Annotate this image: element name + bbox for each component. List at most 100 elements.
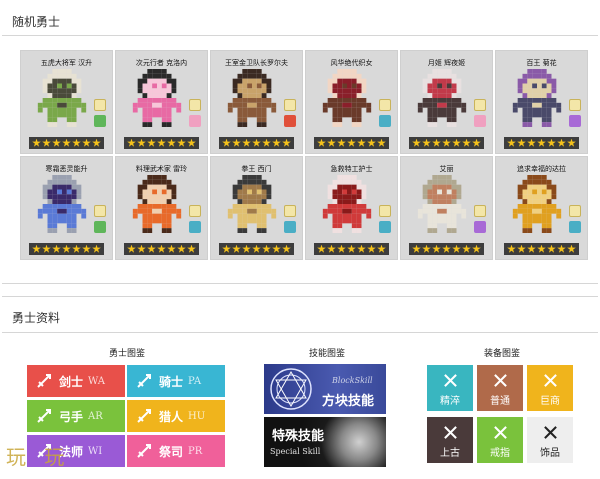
hero-class-wa-button[interactable]: 剑士 WA: [26, 364, 126, 398]
hero-portrait-icon: [512, 175, 562, 233]
hero-info-title: 勇士资料: [12, 311, 61, 325]
star-icon: [52, 244, 61, 253]
star-icon: [452, 138, 461, 147]
star-icon: [32, 244, 41, 253]
scroll-badge-icon: [189, 99, 201, 111]
hunter-icon: [136, 408, 152, 424]
hero-card[interactable]: 次元行者 克洛内: [115, 50, 208, 154]
hero-class-pr-button[interactable]: 祭司 PR: [126, 434, 226, 468]
hero-portrait-icon: [37, 175, 87, 233]
star-icon: [232, 244, 241, 253]
hero-card[interactable]: 风华绝代织女: [305, 50, 398, 154]
star-icon: [472, 244, 481, 253]
scroll-badge-icon: [189, 205, 201, 217]
block-skill-button[interactable]: BlockSkill 方块技能: [264, 364, 386, 414]
star-icon: [262, 138, 271, 147]
class-badge-icon: [379, 221, 391, 233]
star-icon: [127, 138, 136, 147]
equip-guide-label: 装备图鉴: [483, 349, 520, 359]
hero-card-name: 料理武术家 雷玲: [135, 165, 188, 173]
hero-guide-label: 勇士图鉴: [108, 349, 145, 359]
star-icon: [367, 138, 376, 147]
hero-card[interactable]: 月姬 辉夜姬: [400, 50, 493, 154]
star-icon: [232, 138, 241, 147]
ring-equip-button[interactable]: 戒指: [476, 416, 524, 464]
star-icon: [537, 138, 546, 147]
scroll-badge-icon: [474, 205, 486, 217]
star-icon: [567, 138, 576, 147]
hero-card-name: 急救特工护士: [330, 165, 373, 173]
refined-equip-button[interactable]: 精淬: [426, 364, 474, 412]
star-icon: [82, 244, 91, 253]
star-icon: [347, 244, 356, 253]
star-icon: [472, 138, 481, 147]
hero-class-hu-button[interactable]: 猎人 HU: [126, 399, 226, 433]
scroll-badge-icon: [284, 99, 296, 111]
star-icon: [377, 138, 386, 147]
ancient-equip-button[interactable]: 上古: [426, 416, 474, 464]
star-icon: [252, 138, 261, 147]
star-icon: [62, 244, 71, 253]
hero-portrait-icon: [37, 69, 87, 127]
star-icon: [507, 138, 516, 147]
star-icon: [462, 138, 471, 147]
hero-portrait-icon: [322, 69, 372, 127]
star-icon: [62, 138, 71, 147]
star-rating: [124, 243, 199, 255]
hero-card[interactable]: 追求幸福的达拉: [495, 156, 588, 260]
star-icon: [422, 138, 431, 147]
star-icon: [357, 138, 366, 147]
hero-card[interactable]: 艾丽: [400, 156, 493, 260]
star-rating: [219, 243, 294, 255]
equipment-label: 戒指: [490, 448, 510, 459]
special-skill-button[interactable]: 特殊技能 Special Skill: [264, 417, 386, 467]
star-rating: [409, 243, 484, 255]
hero-card[interactable]: 王室金卫队长罗尔夫: [210, 50, 303, 154]
hero-class-zh: 骑士: [159, 374, 184, 389]
class-badge-icon: [474, 115, 486, 127]
star-icon: [177, 244, 186, 253]
star-icon: [137, 138, 146, 147]
hero-class-ar-button[interactable]: 弓手 AR: [26, 399, 126, 433]
hero-card[interactable]: 百王 菊花: [495, 50, 588, 154]
scroll-badge-icon: [379, 205, 391, 217]
random-heroes-title: 随机勇士: [12, 15, 61, 29]
star-icon: [42, 244, 51, 253]
star-icon: [242, 244, 251, 253]
hero-card-name: 次元行者 克洛内: [135, 59, 188, 67]
star-icon: [507, 244, 516, 253]
special-skill-zh: 特殊技能: [272, 429, 325, 444]
hero-class-pa-button[interactable]: 骑士 PA: [126, 364, 226, 398]
star-icon: [557, 244, 566, 253]
star-icon: [432, 138, 441, 147]
hero-card-name: 百王 菊花: [526, 59, 557, 67]
knight-helmet-icon: [136, 373, 152, 389]
hero-card[interactable]: 寒霜恶灵能升: [20, 156, 113, 260]
priest-icon: [136, 443, 152, 459]
star-icon: [327, 244, 336, 253]
class-badge-icon: [284, 115, 296, 127]
star-icon: [242, 138, 251, 147]
hero-card[interactable]: 急救特工护士: [305, 156, 398, 260]
merchant-equip-button[interactable]: 巨商: [526, 364, 574, 412]
star-icon: [272, 244, 281, 253]
star-icon: [222, 244, 231, 253]
hero-portrait-icon: [512, 69, 562, 127]
star-icon: [557, 138, 566, 147]
star-icon: [157, 244, 166, 253]
star-rating: [314, 137, 389, 149]
class-badge-icon: [569, 115, 581, 127]
hero-card[interactable]: 五虎大将军 汉升: [20, 50, 113, 154]
hero-class-en: WA: [88, 375, 106, 387]
hero-card-name: 王室金卫队长罗尔夫: [225, 59, 288, 67]
star-icon: [547, 244, 556, 253]
hero-class-zh: 猎人: [159, 409, 184, 424]
accessory-equip-button[interactable]: 饰品: [526, 416, 574, 464]
star-icon: [42, 138, 51, 147]
crossed-swords-icon: [443, 425, 458, 439]
star-icon: [92, 138, 101, 147]
normal-equip-button[interactable]: 普通: [476, 364, 524, 412]
hero-card[interactable]: 拳王 西门: [210, 156, 303, 260]
star-icon: [317, 138, 326, 147]
hero-card[interactable]: 料理武术家 雷玲: [115, 156, 208, 260]
